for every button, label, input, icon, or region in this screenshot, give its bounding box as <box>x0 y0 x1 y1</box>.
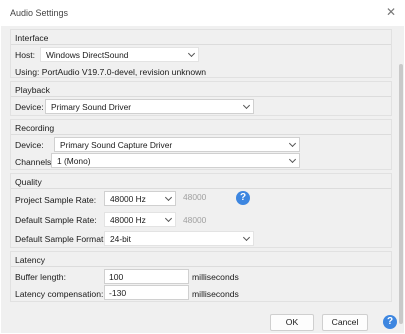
help-button-icon[interactable]: ? <box>383 315 397 329</box>
playback-device-label: Device: <box>15 102 44 112</box>
latency-compensation-unit: milliseconds <box>192 289 239 299</box>
channels-label: Channels: <box>15 157 54 167</box>
playback-device-select[interactable]: Primary Sound Driver <box>45 99 254 114</box>
divider <box>11 96 391 97</box>
default-sample-rate-value: 48000 Hz <box>110 215 146 225</box>
chevron-down-icon <box>242 233 251 242</box>
buffer-length-input[interactable]: 100 <box>104 269 189 284</box>
host-select[interactable]: Windows DirectSound <box>40 47 199 62</box>
chevron-down-icon <box>187 49 196 58</box>
chevron-down-icon <box>164 193 173 202</box>
buffer-length-label: Buffer length: <box>15 272 66 282</box>
default-sample-format-value: 24-bit <box>110 234 131 244</box>
playback-group: Playback Device: Primary Sound Driver <box>10 81 392 116</box>
chevron-down-icon <box>164 214 173 223</box>
project-sample-rate-value: 48000 Hz <box>110 194 146 204</box>
default-sample-format-label: Default Sample Format: <box>15 234 106 244</box>
default-sample-rate-select[interactable]: 48000 Hz <box>104 212 176 227</box>
close-icon[interactable]: ✕ <box>386 5 396 19</box>
divider <box>11 188 391 189</box>
host-label: Host: <box>15 50 36 60</box>
recording-device-select[interactable]: Primary Sound Capture Driver <box>54 137 300 152</box>
recording-device-label: Device: <box>15 140 44 150</box>
chevron-down-icon <box>242 101 251 110</box>
chevron-down-icon <box>288 155 297 164</box>
default-sample-format-select[interactable]: 24-bit <box>104 231 254 246</box>
channels-select[interactable]: 1 (Mono) <box>51 153 300 168</box>
divider <box>11 266 391 267</box>
quality-group: Quality Project Sample Rate: 48000 Hz 48… <box>10 173 392 248</box>
window-title: Audio Settings <box>10 8 69 18</box>
divider <box>11 134 391 135</box>
project-sample-rate-select[interactable]: 48000 Hz <box>104 191 176 206</box>
recording-group-title: Recording <box>15 123 55 133</box>
help-icon[interactable]: ? <box>236 191 250 205</box>
title-bar: Audio Settings ✕ <box>0 0 405 26</box>
playback-group-title: Playback <box>15 85 50 95</box>
divider <box>11 44 391 45</box>
latency-group: Latency Buffer length: 100 milliseconds … <box>10 251 392 302</box>
quality-group-title: Quality <box>15 177 42 187</box>
latency-compensation-input[interactable]: -130 <box>104 285 189 300</box>
latency-compensation-value: -130 <box>109 288 127 298</box>
project-sample-rate-label: Project Sample Rate: <box>15 195 97 205</box>
buffer-length-value: 100 <box>109 272 124 282</box>
default-sample-rate-label: Default Sample Rate: <box>15 215 97 225</box>
cancel-button[interactable]: Cancel <box>322 314 368 331</box>
interface-group: Interface Host: Windows DirectSound Usin… <box>10 29 392 78</box>
dialog-client-area: Interface Host: Windows DirectSound Usin… <box>1 26 404 333</box>
chevron-down-icon <box>288 139 297 148</box>
latency-group-title: Latency <box>15 255 46 265</box>
channels-value: 1 (Mono) <box>57 156 91 166</box>
interface-group-title: Interface <box>15 33 49 43</box>
project-sample-rate-custom: 48000 <box>183 192 207 202</box>
latency-compensation-label: Latency compensation: <box>15 289 104 299</box>
playback-device-value: Primary Sound Driver <box>51 102 132 112</box>
buffer-length-unit: milliseconds <box>192 272 239 282</box>
host-select-value: Windows DirectSound <box>46 50 129 60</box>
recording-device-value: Primary Sound Capture Driver <box>60 140 173 150</box>
recording-group: Recording Device: Primary Sound Capture … <box>10 119 392 170</box>
ok-button[interactable]: OK <box>270 314 314 331</box>
default-sample-rate-custom: 48000 <box>183 215 207 225</box>
vertical-scrollbar[interactable] <box>399 64 403 324</box>
portaudio-version-text: Using: PortAudio V19.7.0-devel, revision… <box>15 67 207 77</box>
